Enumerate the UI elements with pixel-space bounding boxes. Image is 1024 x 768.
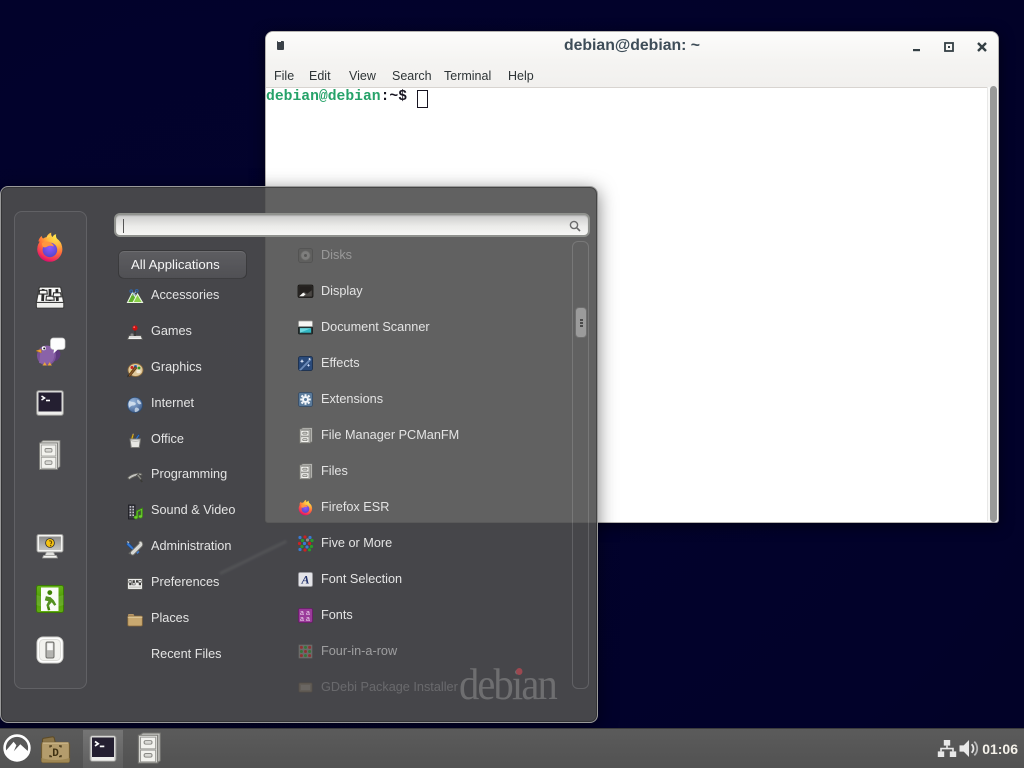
svg-text:a: a	[306, 616, 310, 623]
svg-text:D: D	[52, 748, 59, 760]
svg-text:A: A	[300, 573, 309, 587]
svg-text:a: a	[300, 616, 304, 623]
